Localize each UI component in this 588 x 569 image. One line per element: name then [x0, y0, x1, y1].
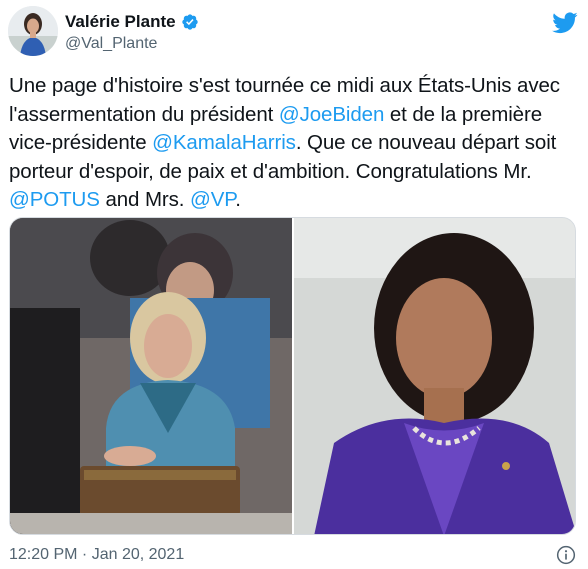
avatar[interactable] [8, 6, 58, 56]
mention-link[interactable]: @KamalaHarris [152, 131, 296, 154]
media-photo-right[interactable] [294, 218, 575, 534]
media-photo-left[interactable] [10, 218, 292, 534]
tweet-text-segment: . [235, 188, 241, 211]
info-icon[interactable] [556, 545, 576, 565]
tweet-timestamp[interactable]: 12:20 PM · Jan 20, 2021 [9, 546, 184, 564]
mention-link[interactable]: @VP [190, 188, 235, 211]
media-grid [9, 217, 576, 535]
tweet-text: Une page d'histoire s'est tournée ce mid… [9, 72, 584, 215]
verified-badge-icon [181, 14, 198, 30]
tweet-card: Valérie Plante @Val_Plante Une page d'hi… [0, 0, 588, 569]
twitter-bird-icon[interactable] [552, 12, 578, 34]
author-name-row[interactable]: Valérie Plante [65, 12, 199, 32]
mention-link[interactable]: @POTUS [9, 188, 100, 211]
author-handle[interactable]: @Val_Plante [65, 35, 157, 53]
tweet-text-segment: and Mrs. [99, 188, 190, 211]
display-name[interactable]: Valérie Plante [65, 12, 176, 32]
mention-link[interactable]: @JoeBiden [279, 103, 385, 126]
